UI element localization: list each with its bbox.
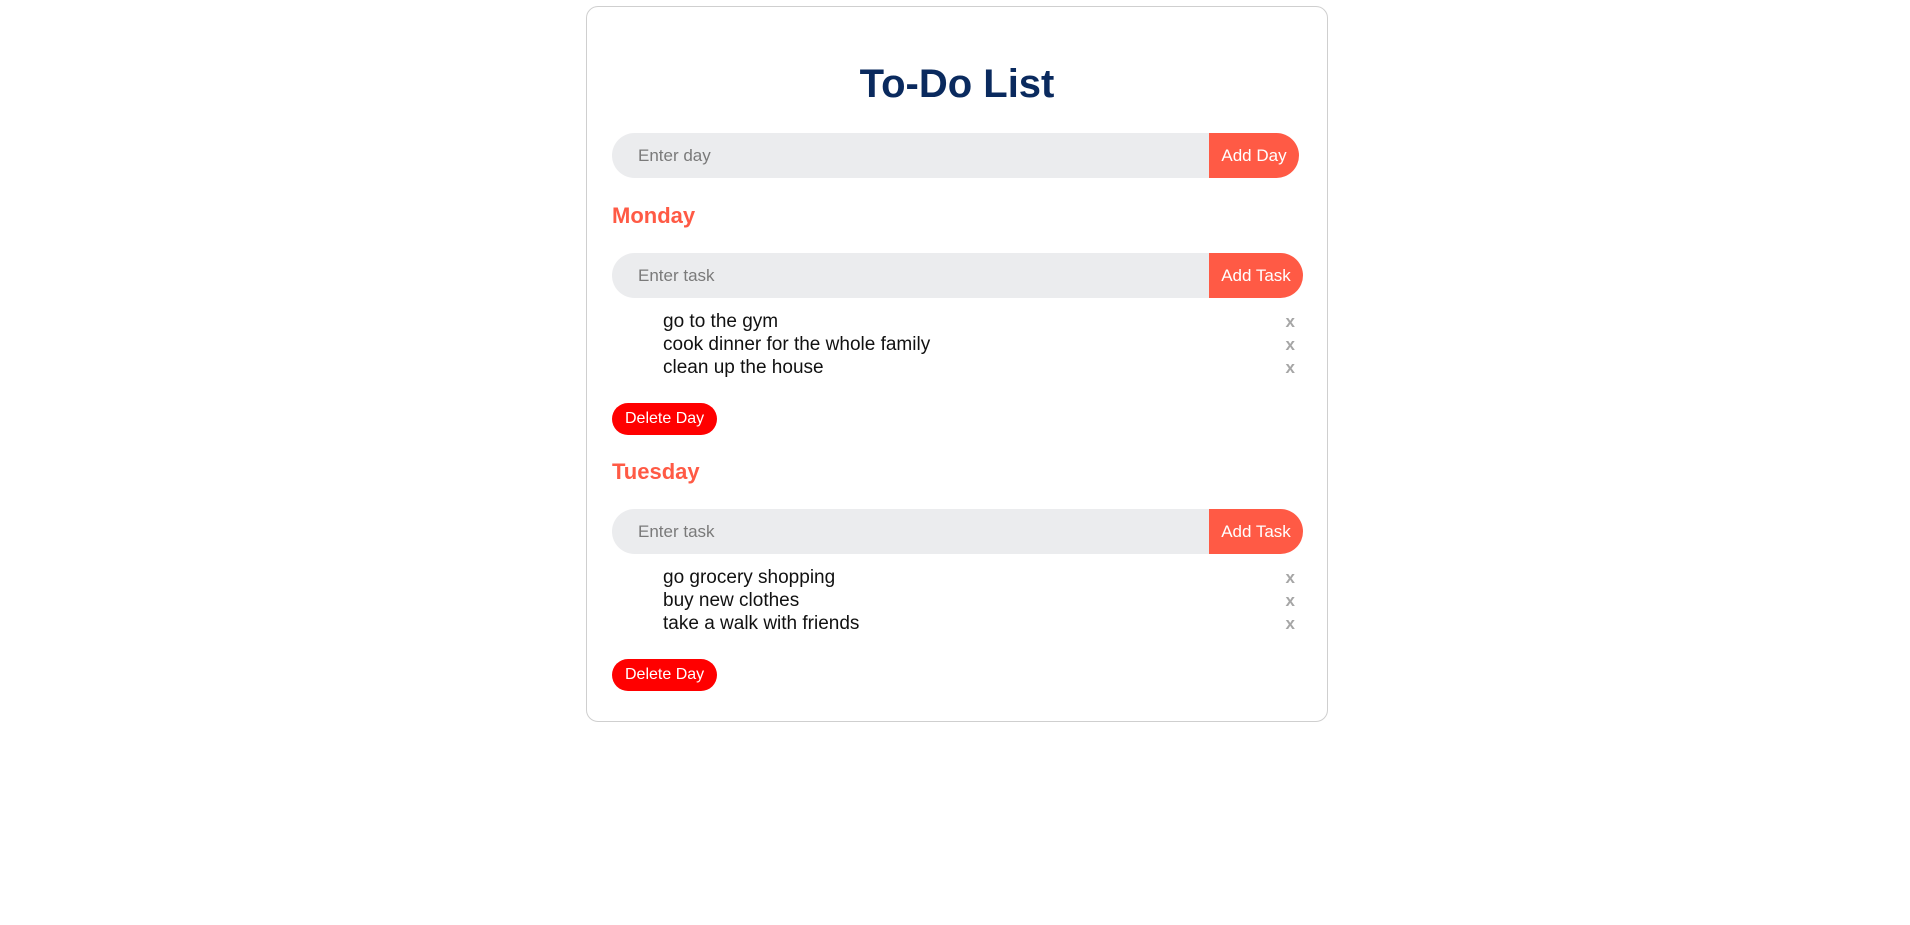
day-title: Monday xyxy=(612,203,696,228)
task-input[interactable] xyxy=(612,253,1209,298)
task-text: buy new clothes xyxy=(663,590,800,611)
delete-task-button[interactable]: x xyxy=(1286,566,1295,589)
task-text: go to the gym xyxy=(663,311,779,332)
page-title: To-Do List xyxy=(859,62,1055,106)
task-text: clean up the house xyxy=(663,357,824,378)
task-text: take a walk with friends xyxy=(663,613,860,634)
task-item: go to the gym x xyxy=(663,310,1295,333)
todo-card: To-Do List Add Day Monday Add Task go to… xyxy=(586,6,1328,722)
delete-task-button[interactable]: x xyxy=(1286,333,1295,356)
delete-task-button[interactable]: x xyxy=(1286,310,1295,333)
day-title: Tuesday xyxy=(612,459,700,484)
delete-task-button[interactable]: x xyxy=(1286,612,1295,635)
add-task-row: Add Task xyxy=(612,509,1303,554)
task-item: go grocery shopping x xyxy=(663,566,1295,589)
task-input[interactable] xyxy=(612,509,1209,554)
task-text: go grocery shopping xyxy=(663,567,836,588)
task-item: buy new clothes x xyxy=(663,589,1295,612)
add-task-button[interactable]: Add Task xyxy=(1209,253,1303,298)
task-text: cook dinner for the whole family xyxy=(663,334,931,355)
task-item: clean up the house x xyxy=(663,356,1295,379)
task-list: go to the gym x cook dinner for the whol… xyxy=(663,310,1295,379)
add-task-row: Add Task xyxy=(612,253,1303,298)
task-item: take a walk with friends x xyxy=(663,612,1295,635)
task-item: cook dinner for the whole family x xyxy=(663,333,1295,356)
delete-day-button[interactable]: Delete Day xyxy=(612,659,718,691)
task-list: go grocery shopping x buy new clothes x … xyxy=(663,566,1295,635)
day-input[interactable] xyxy=(612,133,1209,178)
add-task-button[interactable]: Add Task xyxy=(1209,509,1303,554)
delete-task-button[interactable]: x xyxy=(1286,356,1295,379)
delete-task-button[interactable]: x xyxy=(1286,589,1295,612)
add-day-button[interactable]: Add Day xyxy=(1209,133,1299,178)
add-day-row: Add Day xyxy=(612,133,1299,178)
delete-day-button[interactable]: Delete Day xyxy=(612,403,718,435)
